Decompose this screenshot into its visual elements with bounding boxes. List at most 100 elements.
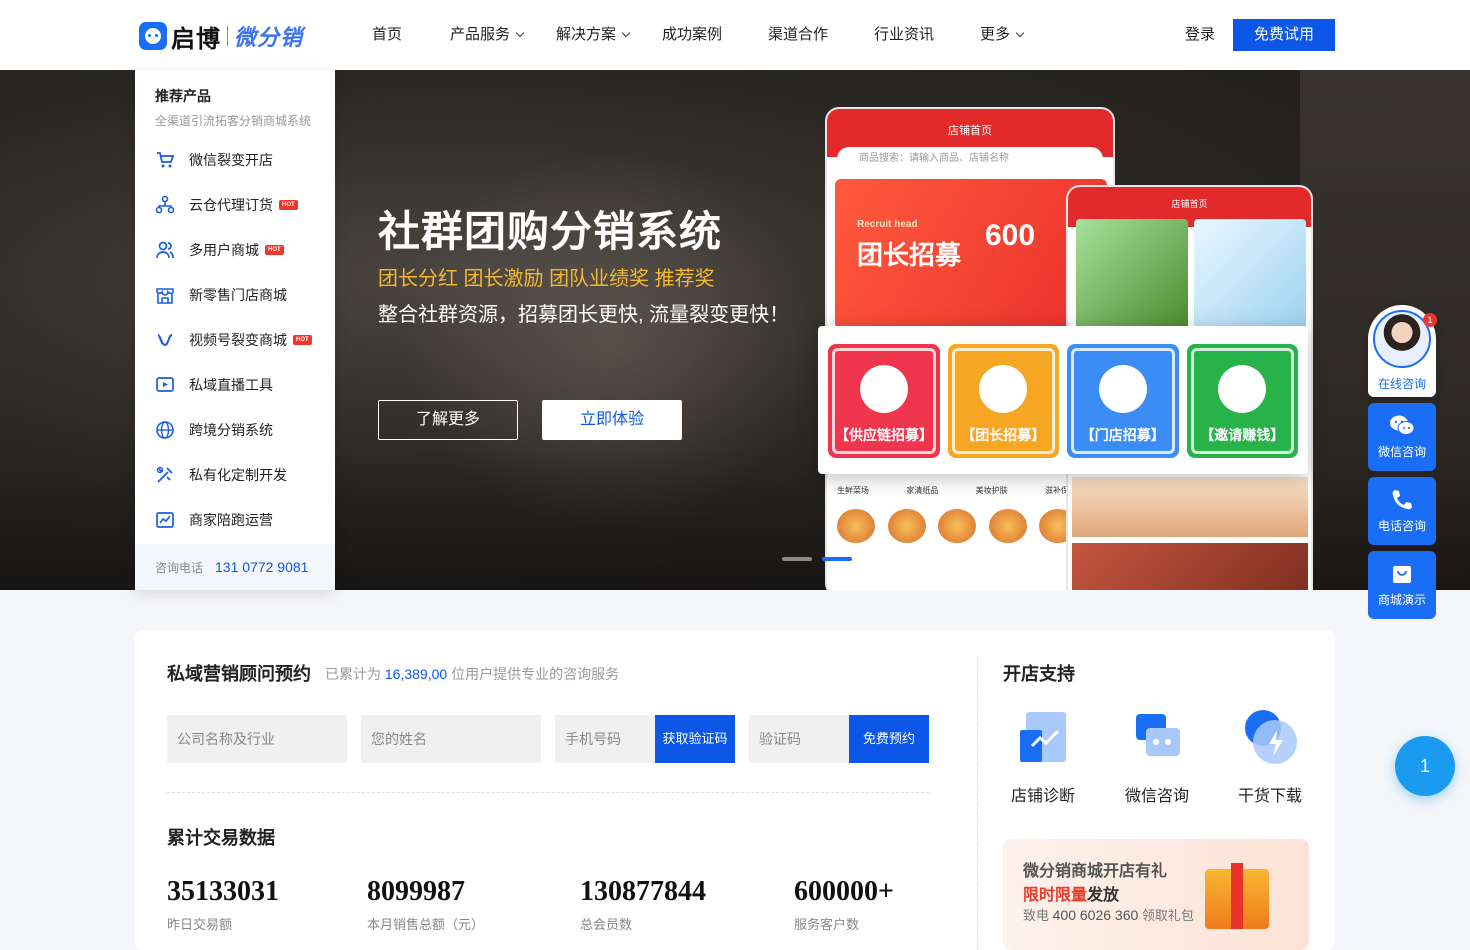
consult-title: 私域营销顾问预约	[167, 664, 311, 684]
menu-item-wechat-shop[interactable]: 微信裂变开店	[155, 145, 273, 175]
menu-item-custom-dev[interactable]: 私有化定制开发	[155, 460, 287, 490]
stat-item: 130877844 总会员数	[580, 876, 706, 932]
support-item-diagnose[interactable]: 店铺诊断	[1003, 706, 1083, 806]
person-icon	[979, 365, 1028, 413]
gift-promo-banner[interactable]: 微分销商城开店有礼 限时限量发放 致电 400 6026 360 领取礼包	[1003, 839, 1309, 950]
nav-cases[interactable]: 成功案例	[662, 0, 722, 70]
menu-item-new-retail[interactable]: 新零售门店商城	[155, 280, 287, 310]
phone-number[interactable]: 131 0772 9081	[215, 559, 308, 575]
wechat-consult-button[interactable]: 微信咨询	[1368, 403, 1436, 471]
logo-mark-icon	[139, 22, 167, 50]
mock-product-tile	[1072, 477, 1308, 537]
hot-badge: HOT	[279, 200, 298, 210]
login-link[interactable]: 登录	[1185, 0, 1215, 70]
hot-badge: HOT	[265, 245, 284, 255]
nav-solutions[interactable]: 解决方案	[556, 0, 631, 70]
name-input[interactable]: 您的姓名	[361, 715, 541, 763]
mock-product-tile	[1194, 219, 1306, 329]
online-consult-label: 在线咨询	[1377, 377, 1426, 391]
chat-bubble-button[interactable]: 1	[1395, 736, 1455, 796]
logo[interactable]: 启博 微分销	[139, 22, 303, 53]
chevron-down-icon	[515, 28, 525, 38]
menu-item-live-tool[interactable]: 私域直播工具	[155, 370, 273, 400]
chat-icon	[1126, 706, 1188, 768]
mall-demo-button[interactable]: 商城演示	[1368, 551, 1436, 619]
nav-more[interactable]: 更多	[980, 0, 1025, 70]
promo-card-leader: 【团长招募】	[947, 344, 1059, 458]
wechat-icon	[1390, 415, 1415, 435]
phone-consult-button[interactable]: 电话咨询	[1368, 477, 1436, 545]
vertical-divider	[977, 658, 978, 950]
mock-search-bar: 商品搜索：请输入商品、店铺名称	[837, 147, 1103, 171]
menu-item-cross-border[interactable]: 跨境分销系统	[155, 415, 273, 445]
diagnose-icon	[1012, 706, 1074, 768]
support-item-wechat[interactable]: 微信咨询	[1117, 706, 1197, 806]
nav-home[interactable]: 首页	[372, 0, 402, 70]
support-item-download[interactable]: 干货下载	[1230, 706, 1310, 806]
logo-text: 启博	[171, 25, 221, 53]
mock-category: 生鲜菜场	[837, 486, 869, 495]
carousel-dot[interactable]	[782, 557, 812, 561]
nav-news[interactable]: 行业资讯	[874, 0, 934, 70]
unread-badge: 1	[1423, 313, 1437, 327]
stat-item: 8099987 本月销售总额（元）	[367, 876, 485, 932]
gift-phone: 致电 400 6026 360 领取礼包	[1023, 907, 1194, 923]
banner-title: 社群团购分销系统	[378, 208, 723, 255]
phone-input[interactable]: 手机号码	[555, 715, 655, 763]
nav-products[interactable]: 产品服务	[450, 0, 525, 70]
mock-category: 美妆护肤	[975, 486, 1008, 495]
promo-card-store: 【门店招募】	[1067, 344, 1179, 458]
mock-promo-strip: 【供应链招募】 【团长招募】 【门店招募】 【邀请赚钱】	[818, 326, 1308, 474]
mock-product-tile	[1072, 543, 1308, 590]
promo-card-supply: 【供应链招募】	[828, 344, 940, 458]
logo-separator	[227, 26, 228, 46]
store-icon	[1098, 365, 1147, 413]
live-icon	[155, 375, 175, 395]
gift-ribbon	[1231, 863, 1243, 929]
consult-count-number: 16,389,00	[384, 666, 448, 682]
support-title: 开店支持	[1003, 664, 1075, 684]
mock-product-tile	[1076, 219, 1188, 329]
product-image	[938, 509, 976, 543]
mock-categories: 生鲜菜场 家清纸品 美妆护肤 滋补保健	[837, 485, 1077, 496]
phone-label: 咨询电话	[155, 560, 204, 575]
online-consult-widget[interactable]: 1 在线咨询	[1368, 305, 1437, 397]
menu-item-multi-user-mall[interactable]: 多用户商城 HOT	[155, 235, 284, 265]
book-button[interactable]: 免费预约	[849, 715, 929, 763]
globe-icon	[155, 420, 175, 440]
gift-highlight: 限时限量发放	[1023, 887, 1120, 904]
menu-item-cloud-warehouse[interactable]: 云仓代理订货 HOT	[155, 190, 298, 220]
mock-recruit-en: Recruit head	[857, 219, 918, 230]
cart-icon	[155, 150, 175, 170]
hot-badge: HOT	[293, 335, 312, 345]
menu-subtitle: 全渠道引流拓客分销商城系统	[155, 114, 312, 128]
network-icon	[155, 195, 175, 215]
banner-subtitle: 团长分红 团长激励 团队业绩奖 推荐奖	[378, 268, 715, 290]
nav-channel[interactable]: 渠道合作	[768, 0, 828, 70]
users-icon	[155, 240, 175, 260]
learn-more-button[interactable]: 了解更多	[378, 400, 518, 440]
company-input[interactable]: 公司名称及行业	[167, 715, 347, 763]
menu-phone: 咨询电话 131 0772 9081	[135, 544, 335, 590]
mock-category: 家清纸品	[906, 486, 939, 495]
chevron-down-icon	[1015, 28, 1025, 38]
menu-header: 推荐产品 全渠道引流拓客分销商城系统	[155, 86, 311, 129]
carousel-dot-active[interactable]	[822, 557, 852, 561]
menu-item-operation[interactable]: 商家陪跑运营	[155, 505, 273, 535]
free-trial-button[interactable]: 免费试用	[1233, 19, 1335, 51]
coins-icon	[1218, 365, 1267, 413]
mock-recruit-title: 团长招募	[857, 240, 962, 270]
promo-card-invite: 【邀请赚钱】	[1186, 344, 1298, 458]
code-input[interactable]: 验证码	[749, 715, 849, 763]
menu-item-video-mall[interactable]: 视频号裂变商城 HOT	[155, 325, 312, 355]
infinity-icon	[155, 330, 175, 350]
stat-item: 35133031 昨日交易额	[167, 876, 279, 932]
get-code-button[interactable]: 获取验证码	[655, 715, 735, 763]
download-icon	[1239, 706, 1301, 768]
product-image	[988, 509, 1027, 543]
consult-count: 已累计为 16,389,00 位用户提供专业的咨询服务	[325, 666, 620, 682]
try-now-button[interactable]: 立即体验	[542, 400, 682, 440]
divider	[167, 792, 929, 793]
gift-title: 微分销商城开店有礼	[1023, 863, 1168, 880]
carousel-indicators	[782, 557, 852, 561]
